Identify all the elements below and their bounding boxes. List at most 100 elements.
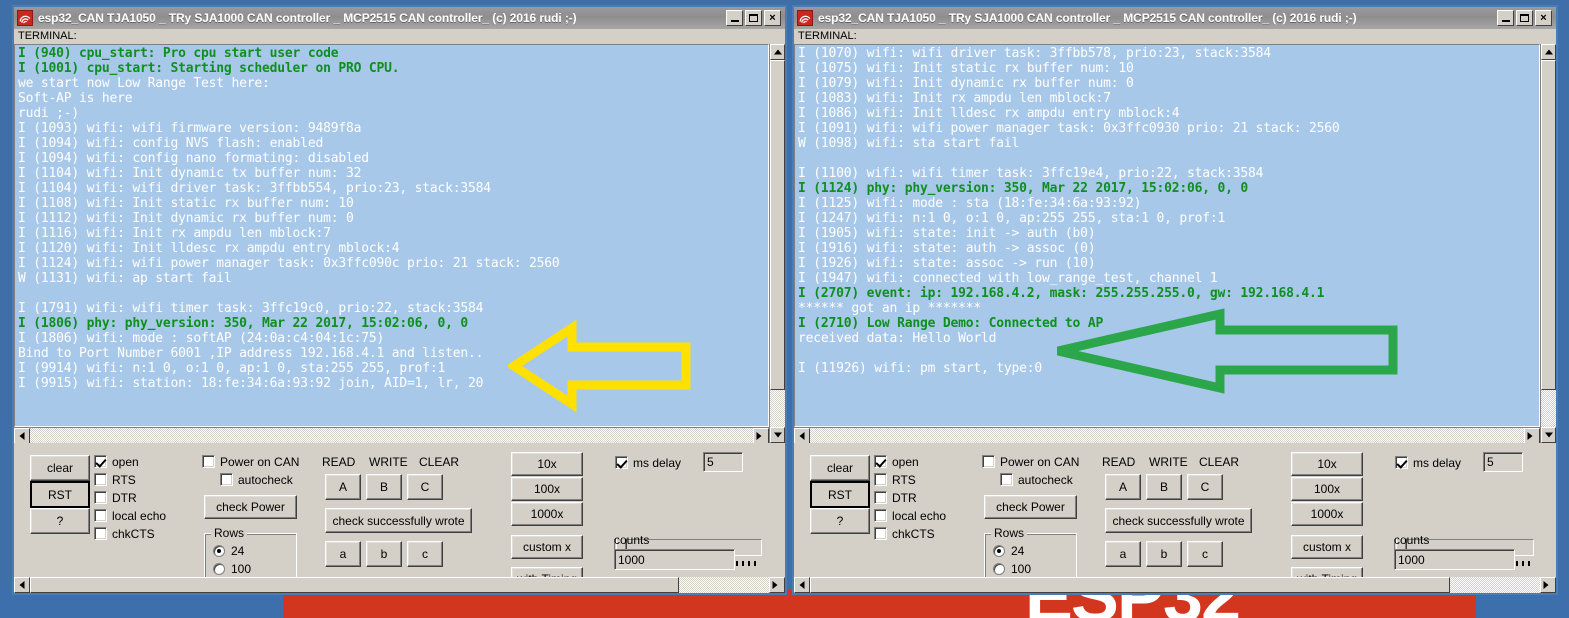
window-left[interactable]: esp32_CAN TJA1050 _ TRy SJA1000 CAN cont… xyxy=(12,5,787,595)
terminal-output-left[interactable]: I (940) cpu_start: Pro cpu start user co… xyxy=(14,44,769,427)
checkbox-power-on-can-box[interactable] xyxy=(202,455,215,468)
read-a-lower-button[interactable]: a xyxy=(1105,541,1141,567)
window-hscroll-thumb[interactable] xyxy=(810,577,1450,593)
x10-button[interactable]: 10x xyxy=(511,452,583,476)
checkbox-ms-delay[interactable]: ms delay xyxy=(615,455,681,470)
custom-x-button[interactable]: custom x xyxy=(511,535,583,559)
clear-button[interactable]: clear xyxy=(810,455,870,481)
window-controls-left[interactable]: × xyxy=(726,10,783,26)
titlebar-left[interactable]: esp32_CAN TJA1050 _ TRy SJA1000 CAN cont… xyxy=(14,7,785,29)
read-a-button[interactable]: A xyxy=(1105,474,1141,500)
help-button[interactable]: ? xyxy=(30,508,90,534)
hscroll-track[interactable] xyxy=(30,428,753,443)
vscroll-thumb[interactable] xyxy=(770,60,785,390)
vscroll-track[interactable] xyxy=(770,390,785,427)
checkbox-autocheck-box[interactable] xyxy=(1000,473,1013,486)
hscroll-right-button[interactable] xyxy=(1524,428,1540,444)
radio-rows-24[interactable]: 24 xyxy=(993,544,1076,558)
write-b-lower-button[interactable]: b xyxy=(1146,541,1182,567)
radio-rows-100[interactable]: 100 xyxy=(993,562,1076,576)
check-power-button[interactable]: check Power xyxy=(984,495,1077,519)
radio-rows-100[interactable]: 100 xyxy=(213,562,296,576)
vscroll-down-button[interactable] xyxy=(770,427,785,443)
minimize-button[interactable] xyxy=(1497,10,1514,26)
checkbox-autocheck[interactable]: autocheck xyxy=(1000,472,1079,487)
titlebar-right[interactable]: esp32_CAN TJA1050 _ TRy SJA1000 CAN cont… xyxy=(794,7,1556,29)
check-power-button[interactable]: check Power xyxy=(204,495,297,519)
checkbox-open[interactable]: open xyxy=(874,454,946,469)
help-button[interactable]: ? xyxy=(810,508,870,534)
minimize-button[interactable] xyxy=(726,10,743,26)
checkbox-rts[interactable]: RTS xyxy=(874,472,946,487)
checkbox-local-echo[interactable]: local echo xyxy=(874,508,946,523)
custom-x-button[interactable]: custom x xyxy=(1291,535,1363,559)
write-b-button[interactable]: B xyxy=(1146,474,1182,500)
radio-rows-24-dot[interactable] xyxy=(213,545,225,557)
checkbox-autocheck[interactable]: autocheck xyxy=(220,472,299,487)
terminal-vscrollbar-left[interactable] xyxy=(769,44,785,443)
terminal-hscrollbar-left[interactable] xyxy=(14,427,769,444)
x1000-button[interactable]: 1000x xyxy=(511,502,583,526)
window-right[interactable]: esp32_CAN TJA1050 _ TRy SJA1000 CAN cont… xyxy=(792,5,1558,595)
window-hscroll-right-button[interactable] xyxy=(769,577,785,593)
vscroll-up-button[interactable] xyxy=(1541,44,1556,60)
hscroll-left-button[interactable] xyxy=(794,428,810,444)
checkbox-ms-delay[interactable]: ms delay xyxy=(1395,455,1461,470)
clear-c-lower-button[interactable]: c xyxy=(1187,541,1223,567)
checkbox-chkcts[interactable]: chkCTS xyxy=(94,526,166,541)
clear-c-button[interactable]: C xyxy=(1187,474,1223,500)
vscroll-track[interactable] xyxy=(1541,390,1556,427)
write-b-lower-button[interactable]: b xyxy=(366,541,402,567)
check-successfully-wrote-button[interactable]: check successfully wrote xyxy=(325,508,472,533)
window-hscrollbar-left[interactable] xyxy=(14,577,785,593)
window-hscrollbar-right[interactable] xyxy=(794,577,1556,593)
checkbox-local-echo-box[interactable] xyxy=(874,509,887,522)
checkbox-ms-delay-box[interactable] xyxy=(1395,456,1408,469)
vscroll-up-button[interactable] xyxy=(770,44,785,60)
vscroll-thumb[interactable] xyxy=(1541,60,1556,390)
rst-button[interactable]: RST xyxy=(810,481,870,508)
checkbox-autocheck-box[interactable] xyxy=(220,473,233,486)
counts-input[interactable]: 1000 xyxy=(1394,549,1515,570)
checkbox-dtr-box[interactable] xyxy=(874,491,887,504)
read-a-button[interactable]: A xyxy=(325,474,361,500)
counts-input[interactable]: 1000 xyxy=(614,549,735,570)
window-hscroll-track[interactable] xyxy=(679,577,769,593)
radio-rows-100-dot[interactable] xyxy=(993,563,1005,575)
checkbox-open-box[interactable] xyxy=(94,455,107,468)
checkbox-ms-delay-box[interactable] xyxy=(615,456,628,469)
checkbox-power-on-can[interactable]: Power on CAN xyxy=(982,454,1079,469)
window-hscroll-thumb[interactable] xyxy=(30,577,679,593)
checkbox-rts-box[interactable] xyxy=(874,473,887,486)
x100-button[interactable]: 100x xyxy=(1291,477,1363,501)
hscroll-track[interactable] xyxy=(810,428,1524,443)
radio-rows-100-dot[interactable] xyxy=(213,563,225,575)
ms-delay-input[interactable]: 5 xyxy=(703,452,743,472)
terminal-hscrollbar-right[interactable] xyxy=(794,427,1540,444)
write-b-button[interactable]: B xyxy=(366,474,402,500)
x100-button[interactable]: 100x xyxy=(511,477,583,501)
checkbox-power-on-can-box[interactable] xyxy=(982,455,995,468)
clear-c-lower-button[interactable]: c xyxy=(407,541,443,567)
hscroll-right-button[interactable] xyxy=(753,428,769,444)
radio-rows-24[interactable]: 24 xyxy=(213,544,296,558)
ms-delay-input[interactable]: 5 xyxy=(1483,452,1523,472)
radio-rows-24-dot[interactable] xyxy=(993,545,1005,557)
checkbox-chkcts[interactable]: chkCTS xyxy=(874,526,946,541)
clear-button[interactable]: clear xyxy=(30,455,90,481)
window-hscroll-left-button[interactable] xyxy=(14,577,30,593)
read-a-lower-button[interactable]: a xyxy=(325,541,361,567)
checkbox-dtr-box[interactable] xyxy=(94,491,107,504)
window-hscroll-right-button[interactable] xyxy=(1540,577,1556,593)
vscroll-down-button[interactable] xyxy=(1541,427,1556,443)
hscroll-left-button[interactable] xyxy=(14,428,30,444)
terminal-vscrollbar-right[interactable] xyxy=(1540,44,1556,443)
checkbox-chkcts-box[interactable] xyxy=(94,527,107,540)
checkbox-open-box[interactable] xyxy=(874,455,887,468)
checkbox-local-echo-box[interactable] xyxy=(94,509,107,522)
x10-button[interactable]: 10x xyxy=(1291,452,1363,476)
checkbox-rts-box[interactable] xyxy=(94,473,107,486)
checkbox-dtr[interactable]: DTR xyxy=(874,490,946,505)
window-controls-right[interactable]: × xyxy=(1497,10,1554,26)
window-hscroll-left-button[interactable] xyxy=(794,577,810,593)
